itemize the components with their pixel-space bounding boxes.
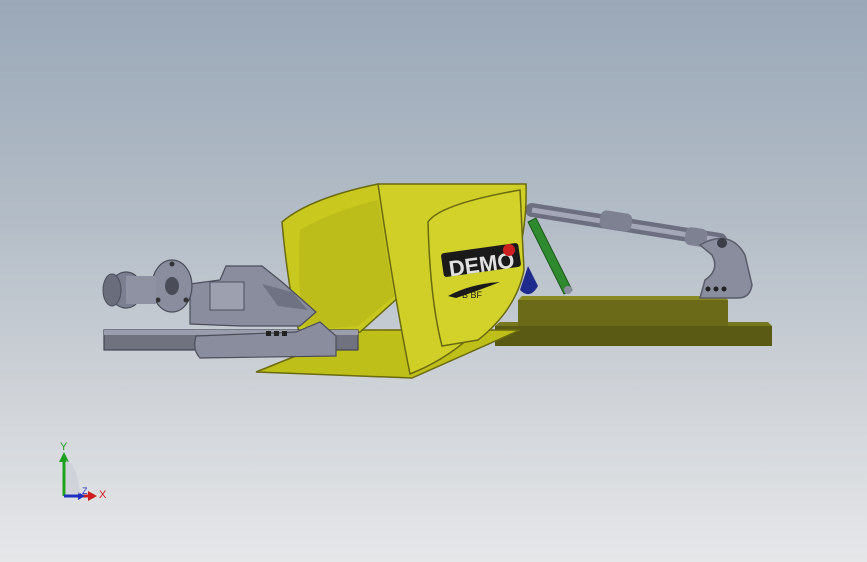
graphics-viewport[interactable]: DEMO B BF Y Z X <box>0 0 867 562</box>
x-axis-label: X <box>99 489 107 501</box>
coordinate-triad: Y Z X <box>52 440 112 506</box>
z-axis-label: Z <box>82 486 88 496</box>
base-rail <box>495 296 772 346</box>
y-axis-label: Y <box>60 441 68 453</box>
rear-bracket <box>698 237 753 299</box>
gas-strut <box>525 203 727 247</box>
cad-model-view[interactable]: DEMO B BF <box>0 0 867 562</box>
logo-subtext: B BF <box>462 290 483 300</box>
